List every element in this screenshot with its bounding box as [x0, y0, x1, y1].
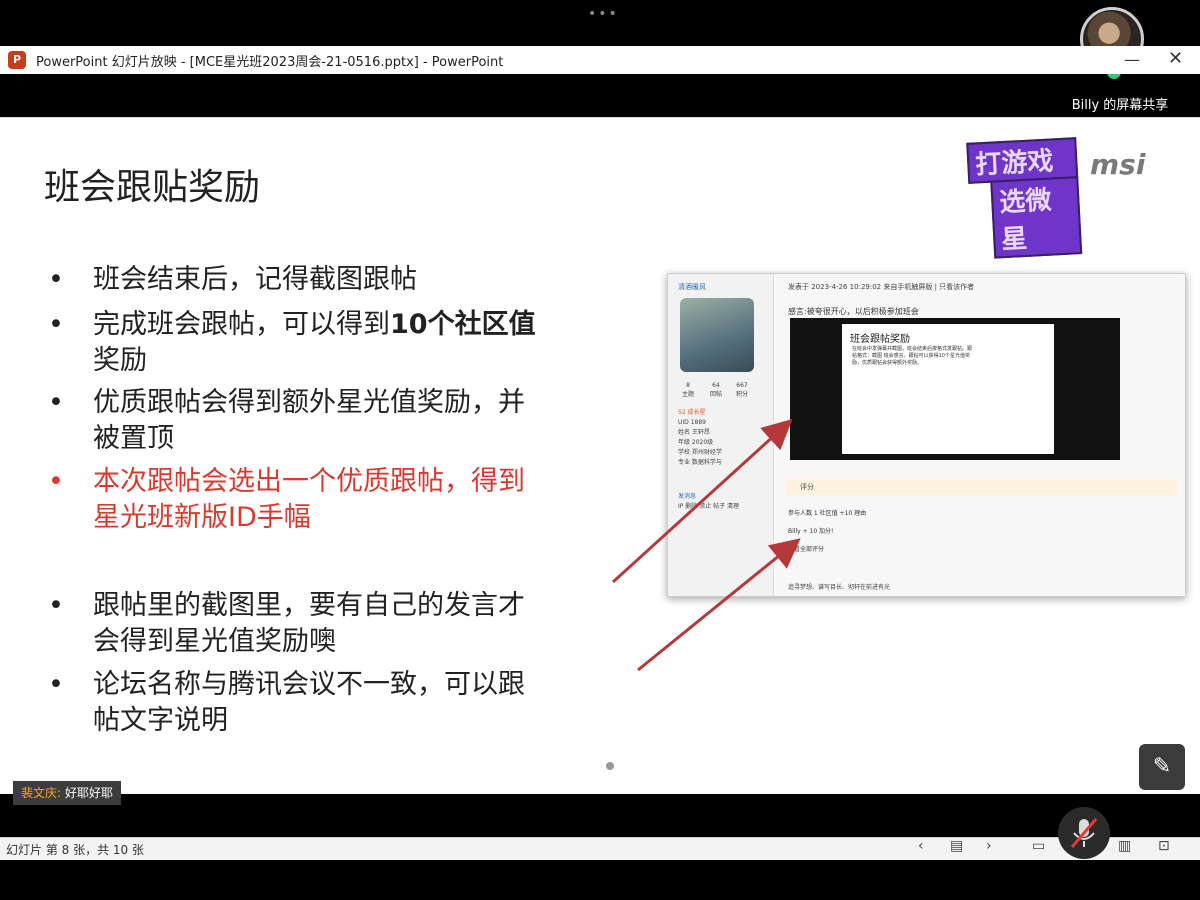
subtitle-text: 好耶好耶	[64, 786, 113, 800]
slideshow-view-icon[interactable]: ⊡	[1158, 838, 1170, 854]
arrow-to-comment	[611, 418, 793, 584]
chat-subtitle: 裴文庆: 好耶好耶	[13, 781, 121, 805]
reading-view-icon[interactable]: ▥	[1118, 838, 1131, 854]
slide-sorter-icon[interactable]: ▤	[950, 838, 963, 854]
annotation-arrows	[611, 418, 801, 672]
mic-muted-icon[interactable]	[1058, 807, 1110, 859]
next-slide-icon[interactable]: ›	[986, 838, 992, 854]
arrow-to-rating	[637, 538, 801, 672]
slide-nav-dot[interactable]	[606, 762, 614, 770]
prev-slide-icon[interactable]: ‹	[918, 838, 924, 854]
annotate-icon[interactable]: ✎	[1139, 744, 1185, 790]
slide-counter: 幻灯片 第 8 张，共 10 张	[6, 843, 144, 857]
subtitle-speaker: 裴文庆:	[21, 786, 62, 800]
status-bar	[0, 837, 1200, 860]
normal-view-icon[interactable]: ▭	[1032, 838, 1045, 854]
